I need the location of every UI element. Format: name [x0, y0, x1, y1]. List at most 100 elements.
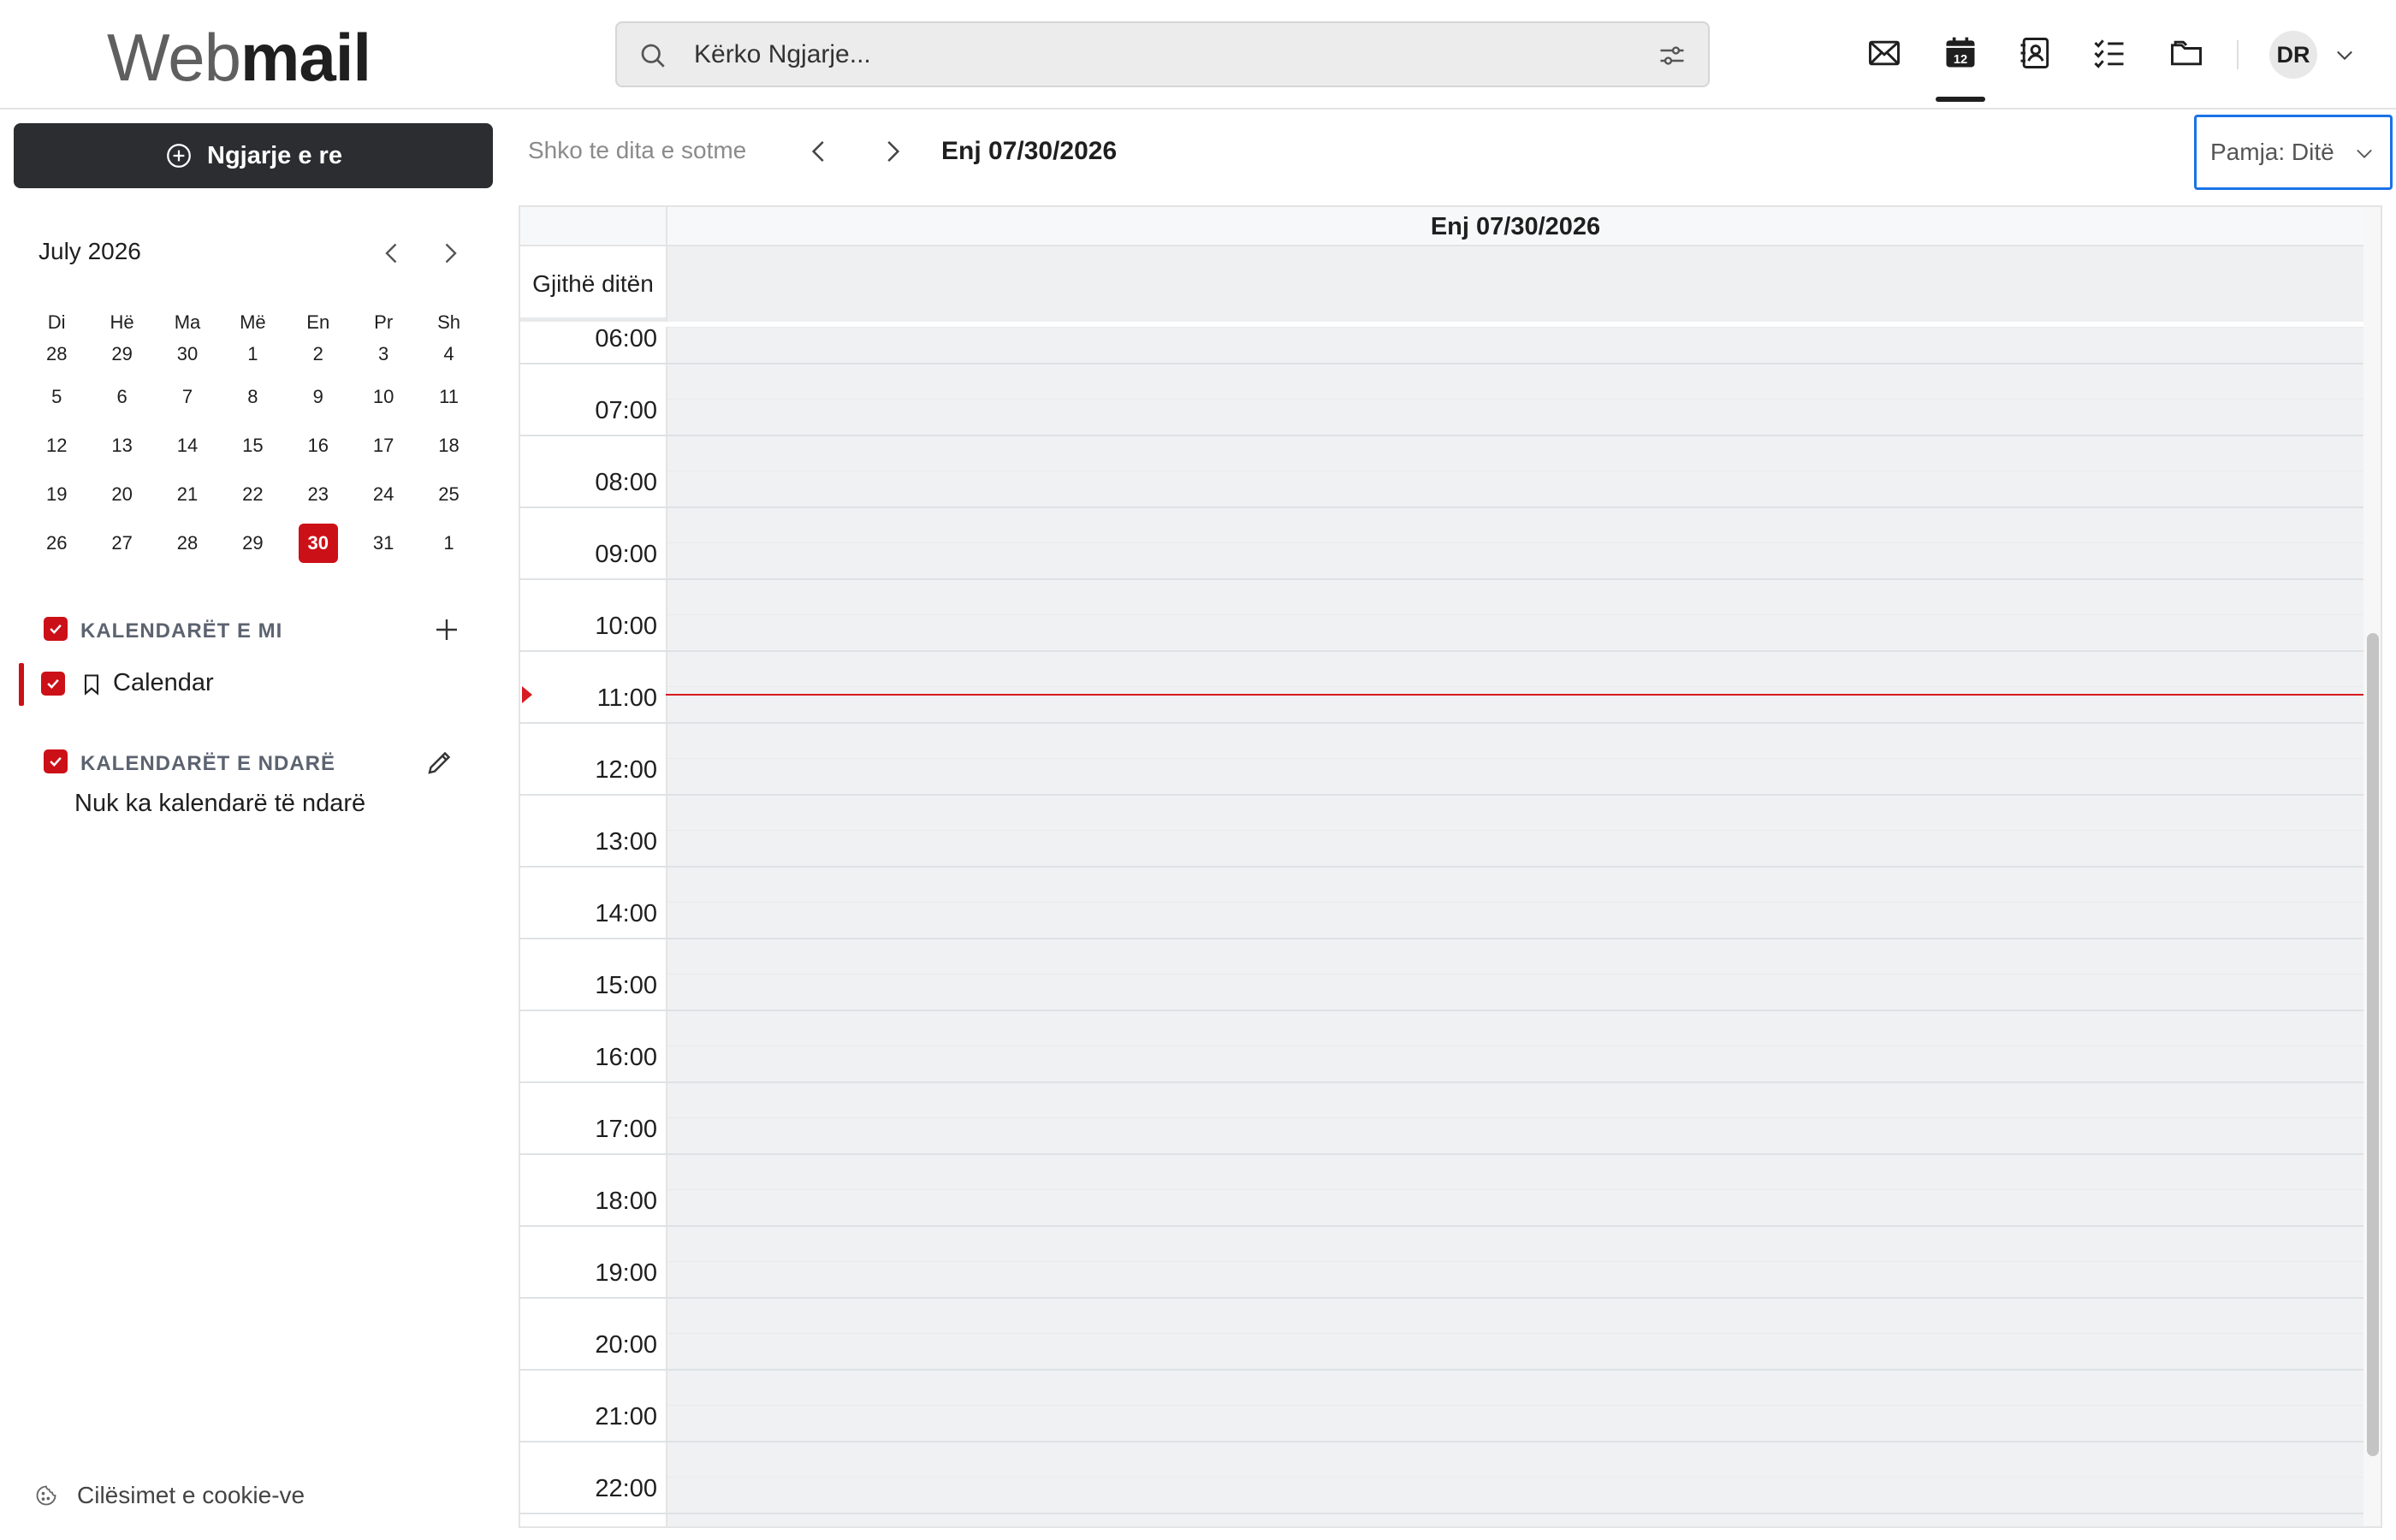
all-day-cell[interactable] [666, 246, 2363, 322]
mini-calendar-day[interactable]: 4 [416, 335, 481, 373]
half-hour-gridline [667, 614, 2365, 615]
shared-calendars-checkbox[interactable] [44, 749, 68, 773]
weekday-label: Ma [174, 311, 201, 333]
mini-calendar-day[interactable]: 29 [220, 518, 285, 567]
checkmark-icon [47, 678, 59, 689]
mini-calendar-day[interactable]: 18 [416, 422, 481, 471]
hour-gridline [520, 1081, 2363, 1083]
search-input[interactable] [694, 23, 1601, 86]
hour-label: 20:00 [595, 1331, 657, 1359]
week-row: 5 6 7 8 9 10 11 [24, 373, 486, 422]
mini-calendar-day[interactable]: 13 [89, 422, 154, 471]
half-hour-gridline [667, 1045, 2365, 1046]
mini-calendar-day-today[interactable]: 30 [286, 518, 351, 567]
hour-gridline [520, 435, 2363, 436]
cookie-settings-link[interactable]: Cilësimet e cookie-ve [34, 1482, 305, 1509]
filter-sliders-icon[interactable] [1657, 40, 1687, 71]
chevron-left-icon[interactable] [377, 238, 407, 269]
mini-calendar-day[interactable]: 25 [416, 471, 481, 519]
scrollbar-track[interactable] [2363, 207, 2381, 1526]
mini-calendar-day[interactable]: 6 [89, 373, 154, 422]
hour-label: 17:00 [595, 1116, 657, 1143]
hour-gridline [520, 1010, 2363, 1011]
weekday-label: Sh [437, 311, 460, 333]
svg-text:12: 12 [1954, 53, 1967, 67]
mini-calendar-day[interactable]: 22 [220, 471, 285, 519]
chevron-right-icon[interactable] [435, 238, 466, 269]
hour-label: 06:00 [595, 325, 657, 352]
my-calendars-checkbox[interactable] [44, 617, 68, 641]
calendar-toolbar: Shko te dita e sotme Enj 07/30/2026 Pamj… [505, 111, 2396, 193]
contacts-icon [2020, 38, 2049, 68]
nav-contacts-button[interactable] [2014, 33, 2055, 74]
half-hour-gridline [667, 1333, 2365, 1334]
calendar-item-label[interactable]: Calendar [113, 669, 214, 697]
day-column-header[interactable]: Enj 07/30/2026 [666, 207, 2363, 246]
new-event-button[interactable]: Ngjarje e re [14, 123, 493, 188]
view-mode-select[interactable]: Pamja: Ditë [2194, 115, 2393, 190]
go-to-today-button[interactable]: Shko te dita e sotme [528, 137, 746, 164]
tasks-icon [2094, 39, 2124, 68]
hour-gridline [520, 1369, 2363, 1371]
mini-calendar-day[interactable]: 11 [416, 373, 481, 422]
webmail-logo[interactable]: Webmail [107, 19, 371, 96]
half-hour-gridline [667, 1189, 2365, 1190]
mini-calendar-day[interactable]: 3 [351, 335, 416, 373]
hour-gridline [520, 1153, 2363, 1155]
hour-gridline [520, 506, 2363, 508]
mini-calendar-day[interactable]: 29 [89, 335, 154, 373]
nav-files-button[interactable] [2166, 33, 2207, 74]
mini-calendar-day[interactable]: 2 [286, 335, 351, 373]
shared-calendars-title: KALENDARËT E NDARË [80, 752, 336, 775]
mini-calendar-day[interactable]: 20 [89, 471, 154, 519]
mini-calendar-day[interactable]: 19 [24, 471, 89, 519]
current-time-line [666, 694, 2363, 696]
next-day-icon[interactable] [876, 135, 909, 168]
mini-calendar-day[interactable]: 7 [155, 373, 220, 422]
mini-calendar-day[interactable]: 14 [155, 422, 220, 471]
hour-label: 08:00 [595, 469, 657, 496]
nav-mail-button[interactable] [1864, 33, 1905, 74]
top-header: Webmail 12 DR [0, 0, 2396, 110]
mini-calendar-day[interactable]: 1 [416, 518, 481, 567]
hour-gridline [520, 866, 2363, 868]
hour-gridline [520, 650, 2363, 652]
previous-day-icon[interactable] [803, 135, 835, 168]
calendar-item-checkbox[interactable] [41, 672, 65, 696]
mini-calendar-day[interactable]: 28 [155, 518, 220, 567]
search-bar[interactable] [615, 21, 1710, 87]
mini-calendar-day[interactable]: 23 [286, 471, 351, 519]
hour-label: 11:00 [596, 684, 657, 712]
mini-calendar-day[interactable]: 1 [220, 335, 285, 373]
mini-calendar-day[interactable]: 17 [351, 422, 416, 471]
nav-tasks-button[interactable] [2089, 33, 2130, 74]
nav-calendar-button[interactable]: 12 [1940, 33, 1981, 74]
mini-calendar-day[interactable]: 24 [351, 471, 416, 519]
mini-calendar-day[interactable]: 26 [24, 518, 89, 567]
mini-calendar-day[interactable]: 8 [220, 373, 285, 422]
hour-label: 22:00 [595, 1475, 657, 1502]
user-avatar[interactable]: DR [2269, 31, 2317, 79]
pencil-edit-icon[interactable] [424, 747, 455, 778]
current-date-label: Enj 07/30/2026 [941, 137, 1118, 165]
hour-gridline [520, 1441, 2363, 1442]
mini-calendar-day[interactable]: 27 [89, 518, 154, 567]
mini-calendar-day[interactable]: 30 [155, 335, 220, 373]
hour-label: 15:00 [595, 972, 657, 999]
scrollbar-thumb[interactable] [2367, 633, 2379, 1456]
mini-calendar-day[interactable]: 31 [351, 518, 416, 567]
mini-calendar-day[interactable]: 5 [24, 373, 89, 422]
mini-calendar-day[interactable]: 10 [351, 373, 416, 422]
active-nav-indicator [1936, 97, 1985, 102]
mini-calendar-day[interactable]: 21 [155, 471, 220, 519]
hour-label: 21:00 [595, 1403, 657, 1430]
mini-calendar-day[interactable]: 16 [286, 422, 351, 471]
half-hour-gridline [667, 399, 2365, 400]
nav-divider [2237, 40, 2239, 69]
chevron-down-icon[interactable] [2333, 43, 2357, 67]
mini-calendar-day[interactable]: 28 [24, 335, 89, 373]
mini-calendar-day[interactable]: 12 [24, 422, 89, 471]
add-calendar-icon[interactable] [431, 614, 462, 645]
mini-calendar-day[interactable]: 9 [286, 373, 351, 422]
mini-calendar-day[interactable]: 15 [220, 422, 285, 471]
